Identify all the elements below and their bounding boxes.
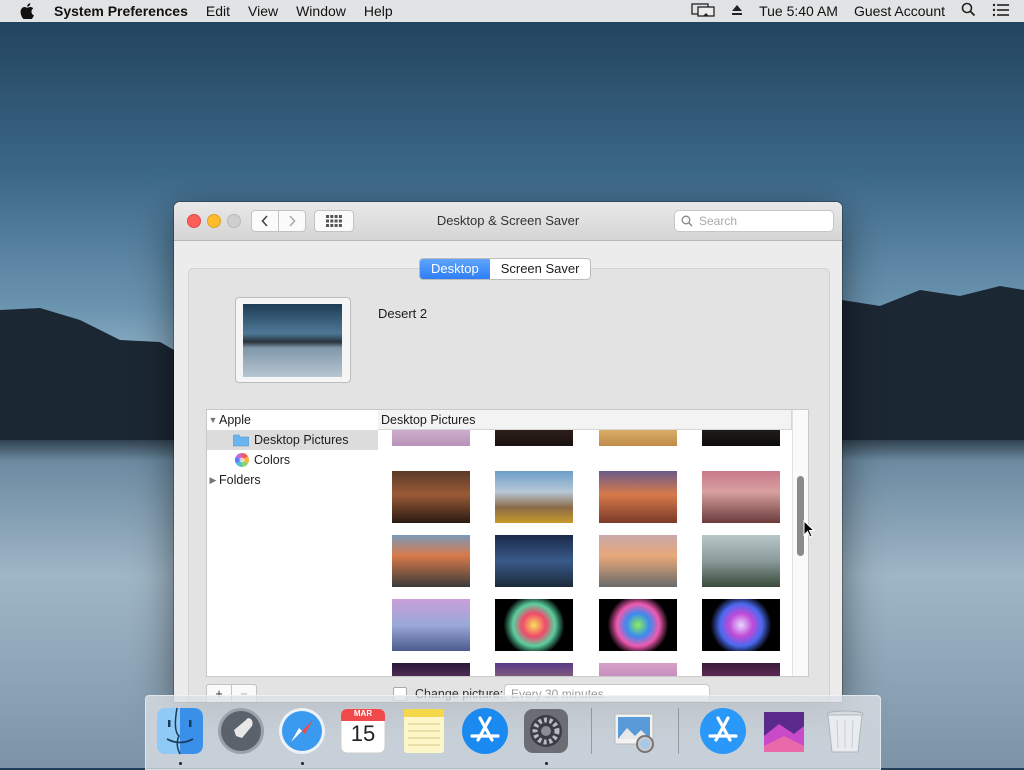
wallpaper-thumbnail[interactable] <box>495 535 573 587</box>
menu-help[interactable]: Help <box>364 3 393 19</box>
source-item-desktop-pictures[interactable]: Desktop Pictures <box>207 430 379 450</box>
wallpaper-thumbnail[interactable] <box>392 471 470 523</box>
picture-grid: Desktop Pictures <box>378 409 809 677</box>
wallpaper-thumbnail[interactable] <box>495 599 573 651</box>
source-group-apple[interactable]: ▼ Apple <box>207 410 379 430</box>
dock-separator <box>591 708 592 754</box>
dock-separator <box>678 708 679 754</box>
wallpaper-thumbnail[interactable] <box>392 599 470 651</box>
running-indicator <box>179 762 182 765</box>
wallpaper-thumbnail[interactable] <box>392 535 470 587</box>
wallpaper-thumbnail[interactable] <box>702 471 780 523</box>
calendar-month: MAR <box>353 709 373 718</box>
source-group-folders[interactable]: ▶ Folders <box>207 470 379 490</box>
calendar-icon[interactable]: MAR 15 <box>338 706 388 756</box>
menu-app-name[interactable]: System Preferences <box>54 3 188 19</box>
source-item-colors[interactable]: Colors <box>207 450 379 470</box>
search-field[interactable]: Search <box>674 210 834 232</box>
system-preferences-icon[interactable] <box>521 706 571 756</box>
desktop-screensaver-window: Desktop & Screen Saver Search Desktop Sc… <box>174 202 842 702</box>
wallpaper-thumbnail[interactable] <box>599 599 677 651</box>
app-store-downloads-icon[interactable] <box>698 706 748 756</box>
menu-user[interactable]: Guest Account <box>854 3 945 19</box>
preview-image <box>243 304 342 377</box>
app-store-icon[interactable] <box>460 706 510 756</box>
title-bar[interactable]: Desktop & Screen Saver Search <box>174 202 842 241</box>
group-label: Folders <box>219 473 261 487</box>
apple-menu-icon[interactable] <box>20 3 36 19</box>
finder-icon[interactable] <box>155 706 205 756</box>
disclosure-right-icon[interactable]: ▶ <box>207 475 219 486</box>
scroll-thumb[interactable] <box>797 476 804 556</box>
item-label: Desktop Pictures <box>254 433 349 447</box>
disclosure-down-icon[interactable]: ▼ <box>207 415 219 425</box>
source-list: ▼ Apple Desktop Pictures Colors ▶ Folder… <box>206 409 380 677</box>
menu-bar: System Preferences Edit View Window Help… <box>0 0 1024 22</box>
tab-screen-saver[interactable]: Screen Saver <box>490 259 591 279</box>
wallpaper-folder-icon[interactable] <box>759 706 809 756</box>
search-icon <box>681 215 693 227</box>
wallpaper-thumbnail[interactable] <box>599 535 677 587</box>
menu-clock[interactable]: Tue 5:40 AM <box>759 3 838 19</box>
safari-icon[interactable] <box>277 706 327 756</box>
wallpaper-thumbnail[interactable] <box>495 471 573 523</box>
menu-edit[interactable]: Edit <box>206 3 230 19</box>
trash-icon[interactable] <box>820 706 870 756</box>
wallpaper-thumbnail[interactable] <box>392 663 470 676</box>
wallpaper-thumbnail[interactable] <box>599 471 677 523</box>
current-picture-preview <box>235 297 351 383</box>
dock: MAR 15 <box>145 695 881 770</box>
spotlight-icon[interactable] <box>961 2 976 20</box>
preview-icon[interactable] <box>609 706 659 756</box>
tab-desktop[interactable]: Desktop <box>420 259 490 279</box>
display-mirroring-icon[interactable] <box>691 2 715 20</box>
current-picture-name: Desert 2 <box>378 306 428 321</box>
item-label: Colors <box>254 453 291 467</box>
wallpaper-thumbnail[interactable] <box>702 663 780 676</box>
eject-icon[interactable] <box>731 3 743 19</box>
launchpad-icon[interactable] <box>216 706 266 756</box>
folder-icon <box>233 434 249 446</box>
menu-window[interactable]: Window <box>296 3 346 19</box>
notes-icon[interactable] <box>399 706 449 756</box>
running-indicator <box>545 762 548 765</box>
wallpaper-thumbnail[interactable] <box>702 535 780 587</box>
menu-view[interactable]: View <box>248 3 278 19</box>
notification-center-icon[interactable] <box>992 3 1010 20</box>
wallpaper-thumbnail[interactable] <box>702 599 780 651</box>
wallpaper-thumbnail[interactable] <box>495 663 573 676</box>
group-label: Apple <box>219 413 251 427</box>
mouse-cursor-icon <box>803 520 815 538</box>
vertical-scrollbar[interactable] <box>792 410 808 676</box>
running-indicator <box>301 762 304 765</box>
calendar-day: 15 <box>350 721 376 746</box>
wallpaper-thumbnail[interactable] <box>599 663 677 676</box>
grid-header: Desktop Pictures <box>378 410 792 430</box>
tab-bar: Desktop Screen Saver <box>419 258 592 280</box>
color-wheel-icon <box>235 453 249 467</box>
search-placeholder: Search <box>699 214 738 228</box>
